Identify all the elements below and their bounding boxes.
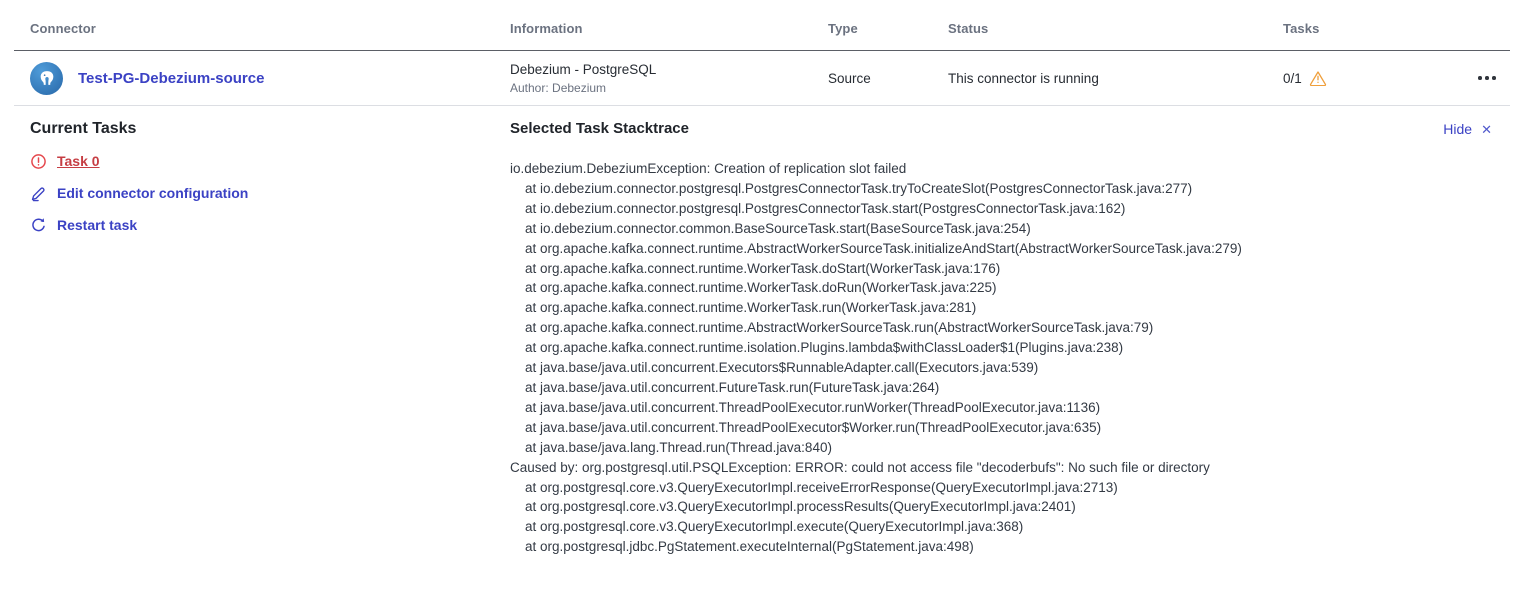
edit-connector-configuration-link[interactable]: Edit connector configuration bbox=[30, 183, 510, 203]
edit-connector-configuration-label: Edit connector configuration bbox=[57, 185, 248, 201]
stacktrace-title: Selected Task Stacktrace bbox=[510, 119, 689, 139]
table-header-row: Connector Information Type Status Tasks bbox=[0, 0, 1524, 50]
current-tasks-title: Current Tasks bbox=[30, 119, 510, 139]
connectors-table: Connector Information Type Status Tasks … bbox=[0, 0, 1524, 106]
postgresql-elephant-icon bbox=[30, 62, 63, 95]
hide-stacktrace-button[interactable]: Hide ✕ bbox=[1443, 121, 1492, 137]
connector-status: This connector is running bbox=[948, 71, 1283, 86]
column-header-connector: Connector bbox=[30, 21, 510, 36]
column-header-type: Type bbox=[828, 21, 948, 36]
pencil-icon bbox=[30, 185, 47, 202]
row-actions-menu-button[interactable] bbox=[1476, 70, 1498, 86]
connector-name-link[interactable]: Test-PG-Debezium-source bbox=[78, 70, 264, 87]
connector-info-author: Author: Debezium bbox=[510, 81, 828, 95]
restart-icon bbox=[30, 217, 47, 234]
alert-circle-icon bbox=[30, 153, 47, 170]
connector-details-panel: Current Tasks Task 0 bbox=[0, 106, 1524, 557]
tasks-ratio: 0/1 bbox=[1283, 71, 1302, 86]
connector-type: Source bbox=[828, 71, 948, 86]
column-header-tasks: Tasks bbox=[1283, 21, 1433, 36]
column-header-information: Information bbox=[510, 21, 828, 36]
connector-info-title: Debezium - PostgreSQL bbox=[510, 62, 828, 77]
current-tasks-panel: Current Tasks Task 0 bbox=[30, 119, 510, 557]
close-icon: ✕ bbox=[1481, 123, 1492, 136]
table-row: Test-PG-Debezium-source Debezium - Postg… bbox=[0, 51, 1524, 105]
stacktrace-panel: Selected Task Stacktrace Hide ✕ io.debez… bbox=[510, 119, 1492, 557]
stacktrace-text: io.debezium.DebeziumException: Creation … bbox=[510, 159, 1492, 557]
warning-triangle-icon bbox=[1309, 70, 1327, 86]
hide-label: Hide bbox=[1443, 121, 1472, 137]
restart-task-link[interactable]: Restart task bbox=[30, 215, 510, 235]
column-header-status: Status bbox=[948, 21, 1283, 36]
task-0-link[interactable]: Task 0 bbox=[30, 151, 510, 171]
restart-task-label: Restart task bbox=[57, 217, 137, 233]
task-0-label: Task 0 bbox=[57, 153, 100, 169]
